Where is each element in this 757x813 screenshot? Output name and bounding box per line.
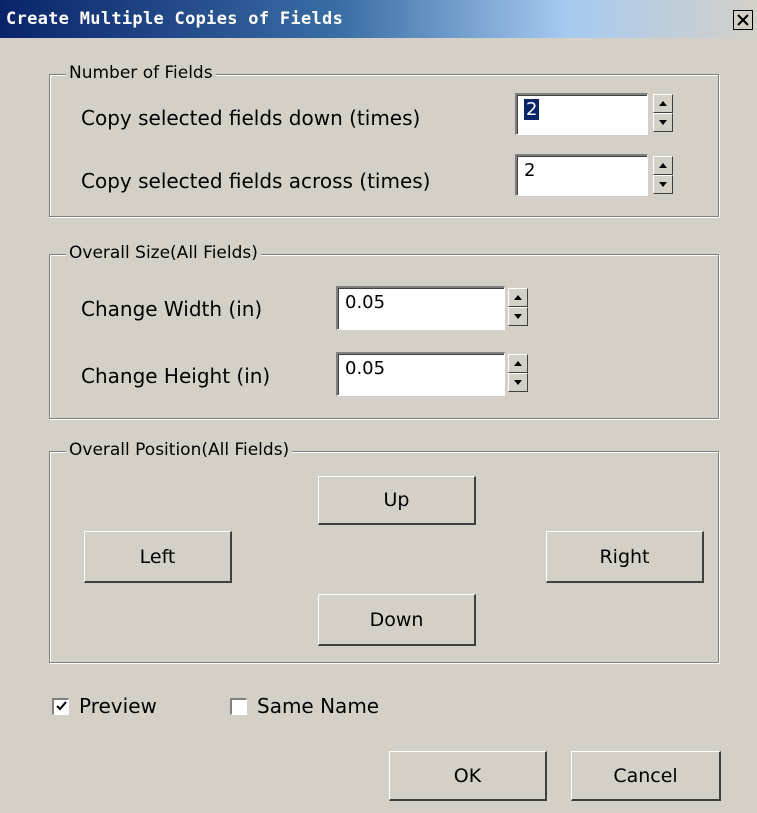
spin-down-button[interactable] <box>508 307 528 326</box>
arrow-up-icon <box>514 295 522 300</box>
right-button[interactable]: Right <box>546 531 704 583</box>
arrow-down-icon <box>514 314 522 319</box>
change-width-label: Change Width (in) <box>81 297 263 321</box>
checkmark-icon <box>55 701 67 711</box>
copy-down-spinner[interactable] <box>653 94 673 132</box>
change-width-spinner[interactable] <box>508 288 528 326</box>
arrow-up-icon <box>659 163 667 168</box>
arrow-up-icon <box>659 101 667 106</box>
group-legend: Number of Fields <box>66 63 216 83</box>
change-height-value: 0.05 <box>345 358 386 379</box>
cancel-button[interactable]: Cancel <box>571 751 721 801</box>
preview-label: Preview <box>79 694 157 718</box>
copy-across-input[interactable]: 2 <box>515 154 648 196</box>
spin-down-button[interactable] <box>508 373 528 392</box>
arrow-down-icon <box>659 120 667 125</box>
spin-up-button[interactable] <box>653 94 673 113</box>
same-name-label: Same Name <box>257 694 380 718</box>
same-name-option[interactable]: Same Name <box>230 694 379 718</box>
copy-down-label: Copy selected fields down (times) <box>81 106 421 130</box>
copy-across-label: Copy selected fields across (times) <box>81 169 431 193</box>
preview-option[interactable]: Preview <box>52 694 157 718</box>
copy-down-input[interactable]: 2 <box>515 93 648 135</box>
group-legend: Overall Size(All Fields) <box>66 243 261 263</box>
group-legend: Overall Position(All Fields) <box>66 440 293 460</box>
up-button[interactable]: Up <box>318 476 476 525</box>
copy-across-spinner[interactable] <box>653 156 673 194</box>
spin-down-button[interactable] <box>653 113 673 132</box>
ok-button[interactable]: OK <box>389 751 547 801</box>
spin-up-button[interactable] <box>653 156 673 175</box>
spin-up-button[interactable] <box>508 288 528 307</box>
arrow-up-icon <box>514 361 522 366</box>
copy-across-value: 2 <box>524 160 536 181</box>
down-button[interactable]: Down <box>318 594 476 646</box>
copy-down-value: 2 <box>524 99 540 120</box>
arrow-down-icon <box>659 182 667 187</box>
change-height-label: Change Height (in) <box>81 364 271 388</box>
change-width-input[interactable]: 0.05 <box>336 286 505 330</box>
arrow-down-icon <box>514 380 522 385</box>
preview-checkbox[interactable] <box>52 697 69 715</box>
spin-down-button[interactable] <box>653 175 673 194</box>
same-name-checkbox[interactable] <box>230 697 247 715</box>
left-button[interactable]: Left <box>84 531 232 583</box>
spin-up-button[interactable] <box>508 354 528 373</box>
change-width-value: 0.05 <box>345 292 386 313</box>
title-bar: Create Multiple Copies of Fields <box>0 0 757 38</box>
change-height-spinner[interactable] <box>508 354 528 392</box>
window-title: Create Multiple Copies of Fields <box>6 9 344 29</box>
close-button[interactable] <box>733 10 753 30</box>
close-icon <box>737 14 749 26</box>
change-height-input[interactable]: 0.05 <box>336 352 505 396</box>
